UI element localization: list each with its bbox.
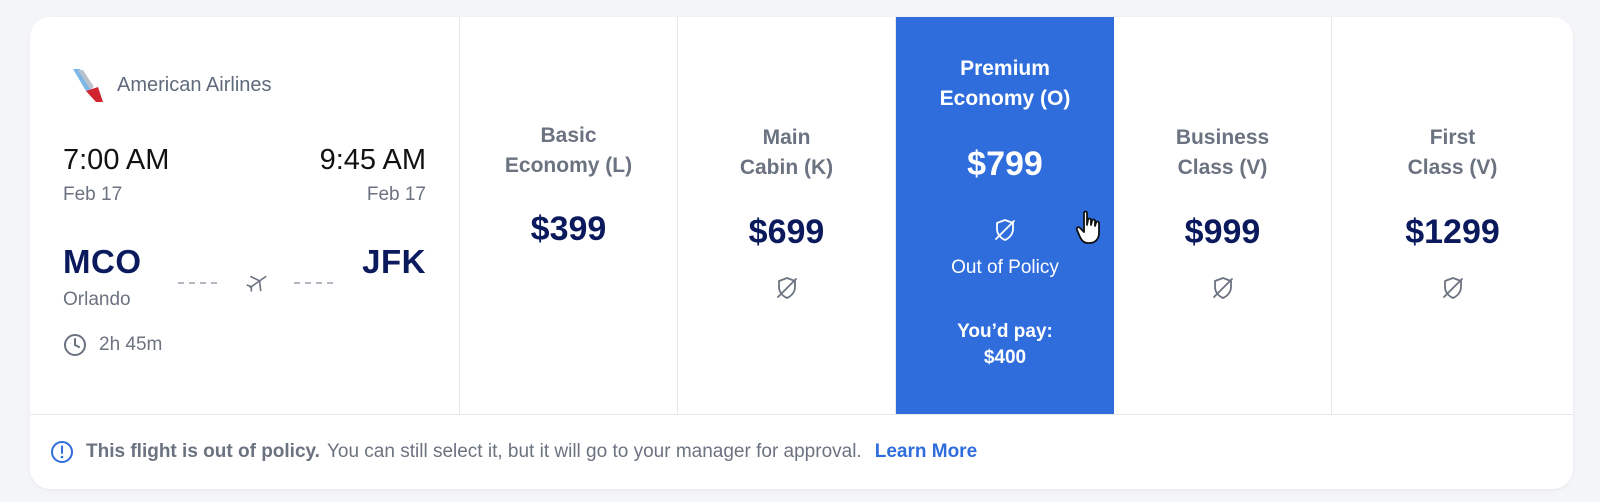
- arrival-date: Feb 17: [366, 184, 426, 205]
- fare-price: $799: [967, 145, 1043, 183]
- departure-time: 7:00 AM: [63, 144, 170, 176]
- duration-label: 2h 45m: [99, 334, 163, 355]
- flight-card: American Airlines 7:00 AM 9:45 AM Feb 17…: [30, 17, 1573, 489]
- out-of-policy-icon: [776, 277, 797, 299]
- fare-name-line2: Class (V): [1407, 156, 1498, 179]
- fare-name-line1: Business: [1175, 126, 1270, 149]
- you-pay-amount: $400: [983, 347, 1027, 368]
- flight-duration: 2h 45m: [63, 333, 162, 357]
- airline: American Airlines: [67, 67, 272, 103]
- departure-airport-code: MCO: [63, 243, 142, 280]
- fare-name: Main Cabin (K): [678, 123, 895, 183]
- hand-cursor-icon: [1075, 210, 1100, 244]
- fare-name-line1: Basic: [540, 124, 597, 147]
- fare-name-line2: Economy (L): [504, 154, 633, 177]
- fare-name: Premium Economy (O): [896, 54, 1114, 114]
- you-pay-text: You’d pay:: [957, 321, 1053, 342]
- clock-icon: [64, 334, 86, 356]
- fare-price: $399: [530, 210, 607, 248]
- fare-option-business-class[interactable]: Business Class (V) $999: [1114, 17, 1332, 414]
- fare-name-line2: Cabin (K): [739, 156, 834, 179]
- out-of-policy-label: Out of Policy: [951, 257, 1059, 278]
- airline-name: American Airlines: [117, 73, 272, 96]
- fare-option-main-cabin[interactable]: Main Cabin (K) $699: [678, 17, 896, 414]
- fare-option-basic-economy[interactable]: Basic Economy (L) $399: [460, 17, 678, 414]
- info-icon: [51, 441, 73, 463]
- airline-logo-icon: [73, 69, 103, 102]
- fare-name: First Class (V): [1332, 123, 1573, 183]
- fare-option-first-class[interactable]: First Class (V) $1299: [1332, 17, 1573, 414]
- fare-name: Basic Economy (L): [460, 121, 677, 181]
- flight-row: American Airlines 7:00 AM 9:45 AM Feb 17…: [30, 17, 1573, 414]
- out-of-policy-icon: [1212, 277, 1233, 299]
- policy-notice-message: You can still select it, but it will go …: [326, 441, 862, 462]
- fare-name-line2: Economy (O): [939, 87, 1071, 110]
- out-of-policy-icon: [995, 219, 1015, 241]
- fare-name-line1: Premium: [960, 57, 1050, 80]
- flight-info-panel: American Airlines 7:00 AM 9:45 AM Feb 17…: [30, 17, 460, 414]
- fare-price: $699: [748, 213, 825, 251]
- policy-notice-title: This flight is out of policy.: [86, 441, 320, 462]
- arrival-time: 9:45 AM: [319, 144, 426, 176]
- fare-name-line1: First: [1429, 126, 1476, 149]
- fare-name-line1: Main: [762, 126, 811, 149]
- you-pay-label: You’d pay: $400: [896, 319, 1114, 371]
- out-of-policy-icon: [1442, 277, 1463, 299]
- airplane-icon: [246, 275, 267, 292]
- route-line: [178, 275, 338, 292]
- learn-more-link[interactable]: Learn More: [875, 441, 977, 463]
- fare-name: Business Class (V): [1114, 123, 1331, 183]
- fare-price: $999: [1184, 213, 1261, 251]
- policy-notice: This flight is out of policy. You can st…: [30, 414, 1573, 489]
- fare-price: $1299: [1405, 213, 1500, 251]
- arrival-airport-code: JFK: [362, 243, 426, 280]
- departure-date: Feb 17: [63, 184, 123, 205]
- departure-city: Orlando: [63, 289, 131, 310]
- fare-name-line2: Class (V): [1177, 156, 1268, 179]
